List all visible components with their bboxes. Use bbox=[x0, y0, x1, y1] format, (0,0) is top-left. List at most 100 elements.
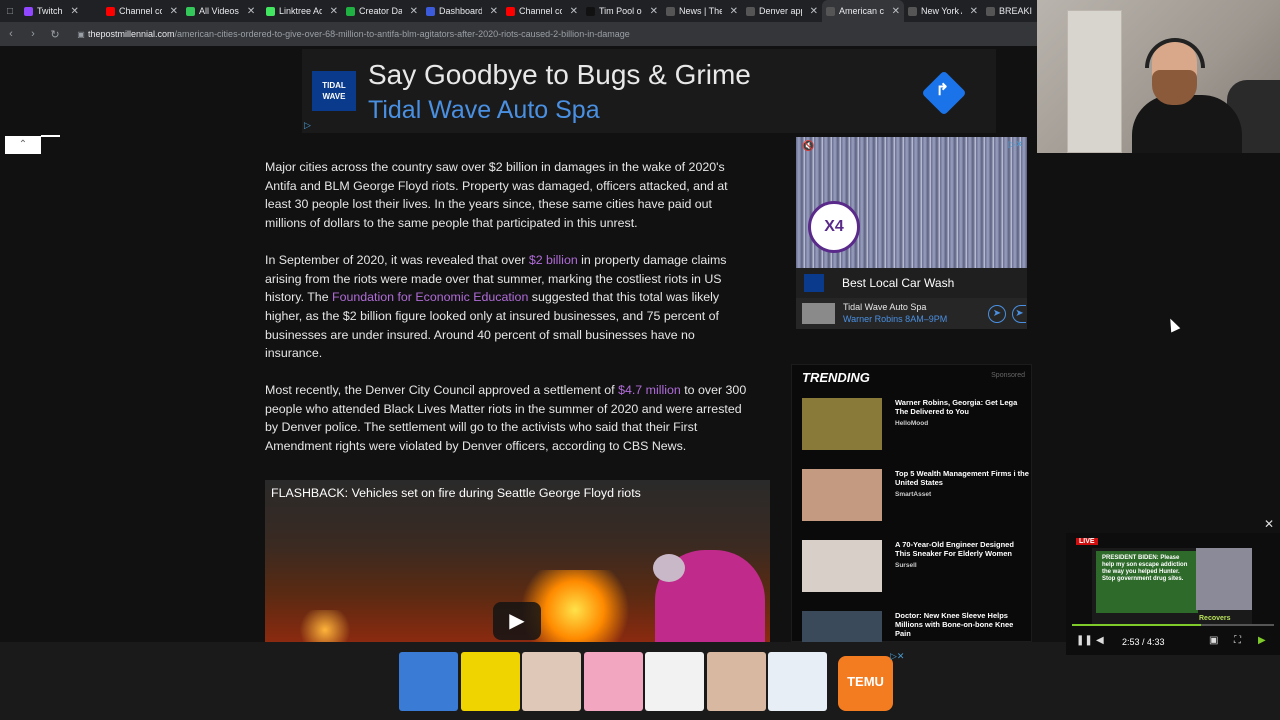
tab-close-icon[interactable]: ✕ bbox=[810, 6, 818, 17]
tab-close-icon[interactable]: ✕ bbox=[170, 6, 178, 17]
browser-tab[interactable]: New York A ✕ bbox=[904, 0, 982, 22]
browser-tab[interactable]: Tim Pool or ✕ bbox=[582, 0, 662, 22]
directions-icon[interactable]: ➤ bbox=[988, 305, 1006, 323]
tab-label: Linktree Ad bbox=[279, 6, 322, 16]
tab-close-icon[interactable]: ✕ bbox=[71, 6, 79, 17]
product-thumbnail[interactable] bbox=[706, 652, 766, 711]
divider bbox=[41, 135, 60, 137]
tab-favicon-icon bbox=[746, 6, 755, 16]
tab-label: Channel co bbox=[119, 6, 162, 16]
product-thumbnail[interactable] bbox=[399, 652, 458, 711]
tab-favicon-icon bbox=[106, 6, 115, 16]
video-frame-fire bbox=[295, 610, 355, 642]
directions-icon[interactable]: ➤ bbox=[1012, 305, 1026, 323]
ad-business-row[interactable]: Tidal Wave Auto Spa Warner Robins 8AM–9P… bbox=[796, 298, 1027, 329]
close-icon[interactable]: ✕ bbox=[1264, 517, 1274, 531]
banner-ad[interactable]: TIDAL WAVE Say Goodbye to Bugs & Grime T… bbox=[302, 49, 996, 133]
webpage: ⌃ TIDAL WAVE Say Goodbye to Bugs & Grime… bbox=[0, 46, 1037, 642]
url-path: /american-cities-ordered-to-give-over-68… bbox=[174, 29, 630, 39]
tab-close-icon[interactable]: ✕ bbox=[330, 6, 338, 17]
live-badge: LIVE bbox=[1076, 538, 1098, 545]
pause-icon[interactable]: ❚❚ bbox=[1076, 635, 1093, 646]
browser-tab[interactable]: Twitch ✕ bbox=[20, 0, 102, 22]
link-fee[interactable]: Foundation for Economic Education bbox=[332, 290, 528, 304]
volume-icon[interactable]: ◀ bbox=[1096, 635, 1104, 646]
browser-tab[interactable]: American c ✕ bbox=[822, 0, 904, 22]
lock-icon[interactable]: ▣ bbox=[74, 30, 88, 39]
embedded-video[interactable]: FLASHBACK: Vehicles set on fire during S… bbox=[265, 480, 770, 642]
trending-source: SmartAsset bbox=[895, 491, 932, 498]
tab-close-icon[interactable]: ✕ bbox=[730, 6, 738, 17]
webcam-feed bbox=[1037, 0, 1280, 153]
mute-icon[interactable]: 🔇 bbox=[802, 141, 814, 152]
tab-favicon-icon bbox=[506, 6, 515, 16]
ad-title-row[interactable]: Best Local Car Wash bbox=[796, 268, 1027, 298]
tab-favicon-icon bbox=[666, 6, 675, 16]
link-2-billion[interactable]: $2 billion bbox=[529, 253, 578, 267]
adchoices-icon[interactable]: ▷ bbox=[304, 120, 311, 131]
product-thumbnail[interactable] bbox=[522, 652, 581, 711]
trending-item[interactable]: Warner Robins, Georgia: Get Lega The Del… bbox=[802, 398, 1028, 458]
play-icon[interactable]: ▶ bbox=[493, 602, 541, 640]
pip-time: 2:53 / 4:33 bbox=[1122, 637, 1165, 647]
browser-tab[interactable]: Linktree Ad ✕ bbox=[262, 0, 342, 22]
url-field[interactable]: thepostmillennial.com /american-cities-o… bbox=[88, 29, 630, 39]
headphones-icon bbox=[1145, 38, 1205, 68]
url-domain: thepostmillennial.com bbox=[88, 29, 175, 39]
tab-close-icon[interactable]: ✕ bbox=[410, 6, 418, 17]
text: In September of 2020, it was revealed th… bbox=[265, 252, 529, 267]
tab-label: Dashboard bbox=[439, 6, 482, 16]
reload-icon[interactable]: ↻ bbox=[44, 28, 66, 41]
ad-close-icon[interactable]: ▷✕ bbox=[1009, 139, 1023, 150]
trending-title: Doctor: New Knee Sleeve Helps Millions w… bbox=[895, 611, 1014, 638]
product-thumbnail[interactable] bbox=[460, 652, 520, 711]
tab-close-icon[interactable]: ✕ bbox=[570, 6, 578, 17]
tab-search-icon[interactable]: □ bbox=[0, 0, 20, 22]
tab-close-icon[interactable]: ✕ bbox=[892, 6, 900, 17]
browser-tab[interactable]: Denver app ✕ bbox=[742, 0, 822, 22]
trending-widget: TRENDING Sponsored Warner Robins, Georgi… bbox=[791, 364, 1032, 642]
ad-close-icon[interactable]: ▷✕ bbox=[890, 651, 904, 662]
tab-label: Twitch bbox=[37, 6, 63, 16]
ad-brand[interactable]: Tidal Wave Auto Spa bbox=[368, 96, 600, 125]
browser-tab[interactable]: Creator Da ✕ bbox=[342, 0, 422, 22]
browser-tab-bar: □ Twitch ✕ Channel co ✕ All Videos ✕ Linktree … bbox=[0, 0, 1037, 22]
directions-arrow-icon[interactable]: ↱ bbox=[921, 70, 967, 116]
trending-item[interactable]: Doctor: New Knee Sleeve Helps Millions w… bbox=[802, 611, 1028, 642]
product-thumbnail[interactable] bbox=[583, 652, 643, 711]
webcam-beard bbox=[1152, 70, 1197, 105]
fullscreen-icon[interactable]: ⛶ bbox=[1234, 635, 1241, 646]
tab-label: American c bbox=[839, 6, 884, 16]
tab-close-icon[interactable]: ✕ bbox=[247, 6, 255, 17]
tab-close-icon[interactable]: ✕ bbox=[970, 6, 978, 17]
trending-title: A 70-Year-Old Engineer Designed This Sne… bbox=[895, 540, 1014, 558]
next-icon[interactable]: ▶ bbox=[1258, 635, 1266, 646]
trending-item[interactable]: A 70-Year-Old Engineer Designed This Sne… bbox=[802, 540, 1028, 600]
temu-logo[interactable]: TEMU bbox=[838, 656, 893, 711]
ad-badge: X4 bbox=[808, 201, 860, 253]
link-4-7-million[interactable]: $4.7 million bbox=[618, 383, 681, 397]
browser-tab[interactable]: BREAKI bbox=[982, 0, 1037, 22]
tab-close-icon[interactable]: ✕ bbox=[490, 6, 498, 17]
trending-thumbnail bbox=[802, 540, 882, 592]
side-ad[interactable]: X4 🔇 ▷✕ Best Local Car Wash Tidal Wave A… bbox=[796, 137, 1027, 329]
browser-tab[interactable]: Dashboard ✕ bbox=[422, 0, 502, 22]
product-thumbnail[interactable] bbox=[645, 652, 704, 711]
trending-item[interactable]: Top 5 Wealth Management Firms i the Unit… bbox=[802, 469, 1029, 529]
browser-tab[interactable]: News | The ✕ bbox=[662, 0, 742, 22]
settings-icon[interactable]: ▣ bbox=[1209, 635, 1218, 646]
video-title[interactable]: FLASHBACK: Vehicles set on fire during S… bbox=[271, 486, 641, 500]
pip-progress-bar[interactable] bbox=[1072, 624, 1274, 626]
tidal-wave-logo: TIDAL WAVE bbox=[312, 71, 356, 111]
browser-tab[interactable]: Channel co ✕ bbox=[502, 0, 582, 22]
collapse-chevron-up-icon[interactable]: ⌃ bbox=[5, 136, 41, 154]
back-icon[interactable]: ‹ bbox=[0, 28, 22, 40]
picture-in-picture-player[interactable]: ✕ LIVE PRESIDENT BIDEN: Please help my s… bbox=[1066, 517, 1280, 655]
product-thumbnail[interactable] bbox=[768, 652, 827, 711]
tab-close-icon[interactable]: ✕ bbox=[650, 6, 658, 17]
paragraph-3: Most recently, the Denver City Council a… bbox=[265, 381, 755, 456]
browser-tab[interactable]: All Videos ✕ bbox=[182, 0, 262, 22]
forward-icon[interactable]: › bbox=[22, 28, 44, 40]
browser-tab[interactable]: Channel co ✕ bbox=[102, 0, 182, 22]
tab-label: Channel co bbox=[519, 6, 562, 16]
